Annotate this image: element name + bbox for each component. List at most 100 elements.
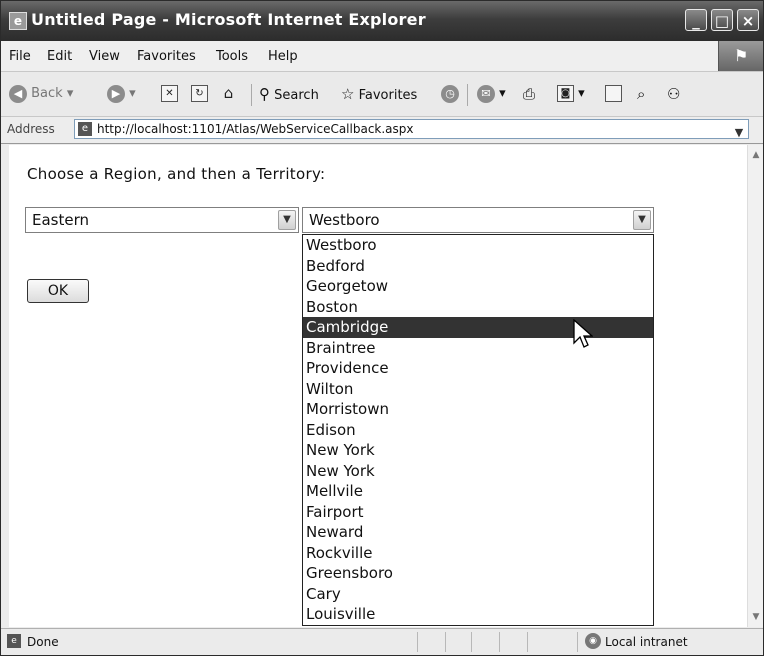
menu-favorites[interactable]: Favorites bbox=[137, 49, 196, 64]
research-button[interactable]: ⌕ bbox=[637, 83, 645, 105]
search-button[interactable]: ⚲ Search bbox=[259, 83, 319, 105]
menu-bar: File Edit View Favorites Tools Help ⚑ bbox=[1, 41, 763, 72]
edit-icon: ◙ bbox=[557, 85, 574, 102]
back-dropdown-icon: ▾ bbox=[66, 86, 74, 101]
territory-option[interactable]: Greensboro bbox=[303, 563, 653, 584]
history-icon: ◷ bbox=[441, 84, 459, 103]
territory-option[interactable]: Providence bbox=[303, 358, 653, 379]
territory-option[interactable]: Wilton bbox=[303, 379, 653, 400]
territory-dropdown-list[interactable]: Westboro Bedford Georgetow Boston Cambridge B… bbox=[302, 234, 654, 626]
edit-button[interactable]: ◙ ▾ bbox=[557, 83, 585, 105]
territory-option[interactable]: Boston bbox=[303, 297, 653, 318]
discuss-button[interactable] bbox=[605, 83, 622, 105]
territory-option[interactable]: New York bbox=[303, 461, 653, 482]
windows-flag-icon: ⚑ bbox=[718, 41, 763, 71]
close-button[interactable]: × bbox=[737, 9, 759, 31]
page-content: Choose a Region, and then a Territory: E… bbox=[9, 145, 747, 627]
refresh-button[interactable]: ↻ bbox=[191, 83, 208, 105]
territory-option[interactable]: Edison bbox=[303, 420, 653, 441]
mail-dropdown-icon: ▾ bbox=[499, 86, 506, 101]
status-divider bbox=[445, 632, 446, 652]
status-divider bbox=[499, 632, 500, 652]
region-select[interactable]: Eastern ▼ bbox=[25, 207, 299, 233]
mail-button[interactable]: ✉ ▾ bbox=[477, 83, 506, 105]
menu-edit[interactable]: Edit bbox=[47, 49, 72, 64]
favorites-label: Favorites bbox=[358, 88, 418, 103]
territory-option[interactable]: Georgetow bbox=[303, 276, 653, 297]
menu-tools[interactable]: Tools bbox=[216, 49, 248, 64]
status-bar: e Done ◉ Local intranet bbox=[1, 628, 763, 655]
territory-option[interactable]: Neward bbox=[303, 522, 653, 543]
menu-file[interactable]: File bbox=[9, 49, 31, 64]
toolbar: ◀ Back ▾ ▶ ▾ ✕ ↻ ⌂ ⚲ Search ☆ Favorites … bbox=[1, 72, 763, 117]
refresh-icon: ↻ bbox=[191, 85, 208, 102]
territory-option[interactable]: Bedford bbox=[303, 256, 653, 277]
forward-dropdown-icon: ▾ bbox=[129, 86, 136, 101]
scroll-up-icon[interactable]: ▲ bbox=[749, 147, 763, 163]
intranet-icon: ◉ bbox=[585, 633, 601, 649]
ie-icon: e bbox=[9, 12, 27, 30]
search-label: Search bbox=[274, 88, 319, 103]
status-text: Done bbox=[27, 635, 59, 649]
page-done-icon: e bbox=[7, 634, 21, 648]
search-icon: ⚲ bbox=[259, 85, 270, 103]
territory-option[interactable]: Louisville bbox=[303, 604, 653, 625]
history-button[interactable]: ◷ bbox=[441, 83, 459, 105]
forward-button[interactable]: ▶ ▾ bbox=[107, 83, 136, 105]
print-icon: ⎙ bbox=[523, 85, 536, 103]
territory-option[interactable]: Morristown bbox=[303, 399, 653, 420]
stop-icon: ✕ bbox=[161, 85, 178, 102]
territory-option[interactable]: Fairport bbox=[303, 502, 653, 523]
territory-option[interactable]: Cambridge bbox=[303, 317, 653, 338]
territory-option[interactable]: Mellvile bbox=[303, 481, 653, 502]
address-label: Address bbox=[7, 122, 55, 136]
star-icon: ☆ bbox=[341, 85, 355, 103]
minimize-button[interactable]: _ bbox=[685, 9, 707, 31]
vertical-scrollbar[interactable]: ▲ ▼ bbox=[747, 145, 763, 627]
page-icon: e bbox=[78, 122, 92, 136]
stop-button[interactable]: ✕ bbox=[161, 83, 178, 105]
page-prompt: Choose a Region, and then a Territory: bbox=[27, 165, 326, 183]
title-bar[interactable]: e Untitled Page - Microsoft Internet Exp… bbox=[1, 1, 763, 41]
home-button[interactable]: ⌂ bbox=[221, 83, 236, 105]
territory-select[interactable]: Westboro ▼ bbox=[302, 207, 654, 233]
forward-arrow-icon: ▶ bbox=[107, 84, 125, 103]
region-select-value: Eastern bbox=[32, 211, 90, 229]
messenger-button[interactable]: ⚇ bbox=[667, 83, 680, 105]
menu-help[interactable]: Help bbox=[268, 49, 298, 64]
messenger-icon: ⚇ bbox=[667, 85, 681, 103]
chevron-down-icon[interactable]: ▼ bbox=[278, 210, 296, 230]
zone-text: Local intranet bbox=[605, 635, 688, 649]
status-divider bbox=[417, 632, 418, 652]
chevron-down-icon[interactable]: ▼ bbox=[633, 210, 651, 230]
scroll-down-icon[interactable]: ▼ bbox=[749, 609, 763, 625]
print-button[interactable]: ⎙ bbox=[523, 83, 535, 105]
territory-option[interactable]: Braintree bbox=[303, 338, 653, 359]
territory-option[interactable]: Rockville bbox=[303, 543, 653, 564]
ok-button[interactable]: OK bbox=[27, 279, 89, 303]
status-divider bbox=[471, 632, 472, 652]
maximize-button[interactable]: □ bbox=[711, 9, 733, 31]
research-icon: ⌕ bbox=[637, 85, 646, 103]
status-divider bbox=[527, 632, 528, 652]
territory-option[interactable]: New York bbox=[303, 440, 653, 461]
favorites-button[interactable]: ☆ Favorites bbox=[341, 83, 417, 105]
browser-window: e Untitled Page - Microsoft Internet Exp… bbox=[0, 0, 764, 656]
address-bar: Address e http://localhost:1101/Atlas/We… bbox=[1, 117, 763, 144]
mail-icon: ✉ bbox=[477, 84, 495, 103]
window-title: Untitled Page - Microsoft Internet Explo… bbox=[31, 10, 426, 29]
back-arrow-icon: ◀ bbox=[9, 84, 27, 103]
mouse-pointer-icon bbox=[573, 319, 593, 348]
address-input[interactable]: e http://localhost:1101/Atlas/WebService… bbox=[74, 119, 749, 139]
territory-select-value: Westboro bbox=[309, 211, 380, 229]
toolbar-separator bbox=[251, 84, 252, 106]
edit-dropdown-icon: ▾ bbox=[578, 86, 585, 101]
menu-view[interactable]: View bbox=[89, 49, 120, 64]
back-button[interactable]: ◀ Back ▾ bbox=[9, 83, 73, 105]
status-divider bbox=[577, 632, 578, 652]
territory-option[interactable]: Cary bbox=[303, 584, 653, 605]
territory-option[interactable]: Westboro bbox=[303, 235, 653, 256]
address-url: http://localhost:1101/Atlas/WebServiceCa… bbox=[97, 122, 414, 136]
address-dropdown-icon[interactable]: ▼ bbox=[730, 123, 748, 143]
back-label: Back bbox=[31, 86, 63, 101]
